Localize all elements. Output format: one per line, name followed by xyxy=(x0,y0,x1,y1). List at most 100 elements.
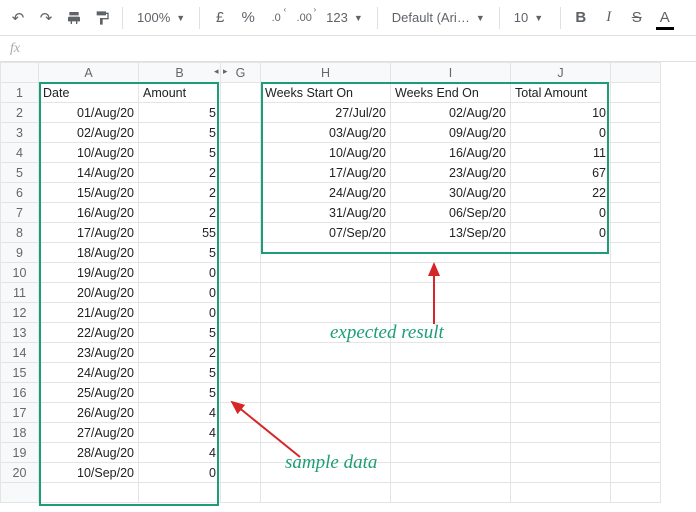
cell[interactable] xyxy=(611,383,661,403)
col-J[interactable]: J xyxy=(511,63,611,83)
row-header[interactable]: 14 xyxy=(1,343,39,363)
cell[interactable] xyxy=(611,343,661,363)
cell[interactable] xyxy=(611,363,661,383)
cell[interactable]: 22/Aug/20 xyxy=(39,323,139,343)
cell[interactable] xyxy=(511,323,611,343)
cell[interactable] xyxy=(261,363,391,383)
cell[interactable] xyxy=(221,203,261,223)
cell[interactable] xyxy=(511,263,611,283)
cell[interactable]: Total Amount xyxy=(511,83,611,103)
cell[interactable]: 10/Sep/20 xyxy=(39,463,139,483)
cell[interactable] xyxy=(221,143,261,163)
percent-button[interactable]: % xyxy=(236,6,260,30)
cell[interactable]: 0 xyxy=(511,223,611,243)
cell[interactable]: 19/Aug/20 xyxy=(39,263,139,283)
cell[interactable]: 4 xyxy=(139,423,221,443)
cell[interactable]: 0 xyxy=(511,123,611,143)
col-H[interactable]: H xyxy=(261,63,391,83)
cell[interactable] xyxy=(261,383,391,403)
cell[interactable]: 23/Aug/20 xyxy=(391,163,511,183)
cell[interactable]: Date xyxy=(39,83,139,103)
cell[interactable] xyxy=(221,323,261,343)
cell[interactable] xyxy=(221,263,261,283)
cell[interactable] xyxy=(391,263,511,283)
grid[interactable]: A B G H I J 1DateAmountWeeks Start OnWee… xyxy=(0,62,661,503)
cell[interactable]: 26/Aug/20 xyxy=(39,403,139,423)
cell[interactable] xyxy=(611,423,661,443)
cell[interactable] xyxy=(511,283,611,303)
cell[interactable] xyxy=(261,303,391,323)
corner[interactable] xyxy=(1,63,39,83)
cell[interactable] xyxy=(221,163,261,183)
cell[interactable]: 5 xyxy=(139,243,221,263)
row-header[interactable]: 9 xyxy=(1,243,39,263)
cell[interactable]: 28/Aug/20 xyxy=(39,443,139,463)
cell[interactable] xyxy=(391,323,511,343)
cell[interactable] xyxy=(511,463,611,483)
cell[interactable]: 18/Aug/20 xyxy=(39,243,139,263)
increase-decimal-button[interactable]: .00› xyxy=(292,6,316,30)
cell[interactable]: 24/Aug/20 xyxy=(261,183,391,203)
cell[interactable]: 10/Aug/20 xyxy=(39,143,139,163)
cell[interactable]: 02/Aug/20 xyxy=(391,103,511,123)
cell[interactable] xyxy=(511,383,611,403)
cell[interactable]: 24/Aug/20 xyxy=(39,363,139,383)
cell[interactable]: 01/Aug/20 xyxy=(39,103,139,123)
font-select[interactable]: Default (Ari…▼ xyxy=(386,6,491,30)
cell[interactable]: 5 xyxy=(139,103,221,123)
cell[interactable]: 5 xyxy=(139,383,221,403)
cell[interactable] xyxy=(391,483,511,503)
row-header[interactable]: 5 xyxy=(1,163,39,183)
row-header[interactable]: 18 xyxy=(1,423,39,443)
currency-button[interactable]: £ xyxy=(208,6,232,30)
cell[interactable] xyxy=(511,443,611,463)
cell[interactable] xyxy=(221,463,261,483)
zoom-select[interactable]: 100%▼ xyxy=(131,6,191,30)
cell[interactable] xyxy=(261,263,391,283)
row-header[interactable]: 16 xyxy=(1,383,39,403)
cell[interactable] xyxy=(221,443,261,463)
cell[interactable] xyxy=(261,343,391,363)
cell[interactable] xyxy=(261,243,391,263)
cell[interactable]: 27/Jul/20 xyxy=(261,103,391,123)
cell[interactable]: Amount xyxy=(139,83,221,103)
row-header[interactable]: 2 xyxy=(1,103,39,123)
cell[interactable]: 5 xyxy=(139,363,221,383)
cell[interactable]: 14/Aug/20 xyxy=(39,163,139,183)
cell[interactable] xyxy=(391,283,511,303)
cell[interactable]: 5 xyxy=(139,323,221,343)
cell[interactable]: 0 xyxy=(139,283,221,303)
cell[interactable] xyxy=(261,423,391,443)
row-header[interactable]: 20 xyxy=(1,463,39,483)
cell[interactable] xyxy=(611,263,661,283)
cell[interactable] xyxy=(611,463,661,483)
row-header[interactable]: 1 xyxy=(1,83,39,103)
italic-button[interactable]: I xyxy=(597,6,621,30)
cell[interactable]: 0 xyxy=(139,263,221,283)
col-B[interactable]: B xyxy=(139,63,221,83)
cell[interactable]: 30/Aug/20 xyxy=(391,183,511,203)
cell[interactable] xyxy=(611,163,661,183)
row-header[interactable]: 8 xyxy=(1,223,39,243)
cell[interactable]: 16/Aug/20 xyxy=(39,203,139,223)
cell[interactable]: Weeks Start On xyxy=(261,83,391,103)
decrease-decimal-button[interactable]: .0‹ xyxy=(264,6,288,30)
row-header[interactable]: 12 xyxy=(1,303,39,323)
cell[interactable]: 10 xyxy=(511,103,611,123)
cell[interactable] xyxy=(611,183,661,203)
cell[interactable] xyxy=(611,283,661,303)
cell[interactable] xyxy=(511,483,611,503)
cell[interactable] xyxy=(511,343,611,363)
cell[interactable]: 2 xyxy=(139,343,221,363)
cell[interactable]: 11 xyxy=(511,143,611,163)
row-header[interactable]: 6 xyxy=(1,183,39,203)
row-header[interactable]: 19 xyxy=(1,443,39,463)
cell[interactable] xyxy=(611,323,661,343)
cell[interactable]: 09/Aug/20 xyxy=(391,123,511,143)
col-I[interactable]: I xyxy=(391,63,511,83)
cell[interactable] xyxy=(611,203,661,223)
cell[interactable]: 02/Aug/20 xyxy=(39,123,139,143)
cell[interactable] xyxy=(391,383,511,403)
row-header[interactable]: 15 xyxy=(1,363,39,383)
cell[interactable]: 0 xyxy=(511,203,611,223)
